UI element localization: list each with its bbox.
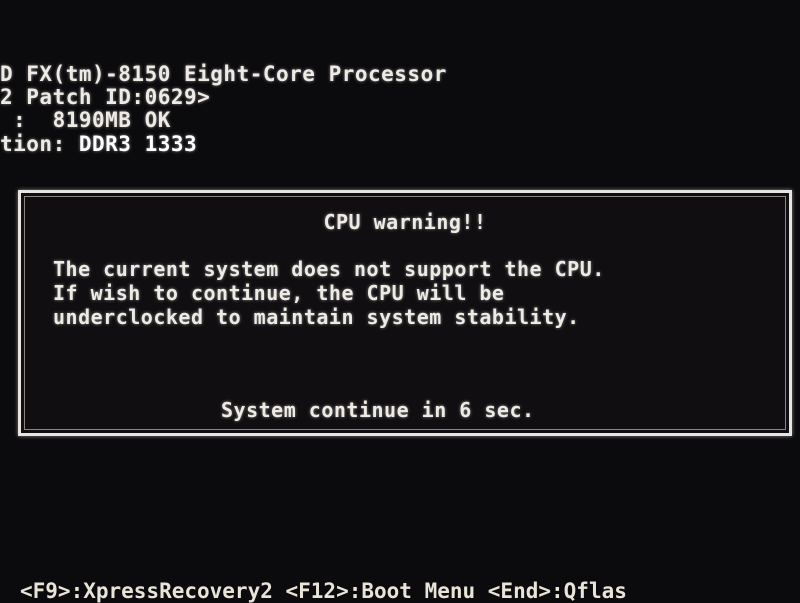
patch-id-line: 2 Patch ID:0629> [0, 85, 211, 109]
memory-type-label: tion: [0, 132, 79, 156]
memory-size-line: : 8190MB OK [0, 108, 171, 132]
memory-type-value: DDR3 1333 [78, 132, 198, 156]
warning-message-line: underclocked to maintain system stabilit… [53, 305, 580, 329]
warning-title: CPU warning!! [323, 210, 487, 234]
cpu-model-line: D FX(tm)-8150 Eight-Core Processor [0, 62, 447, 86]
warning-message-line: The current system does not support the … [53, 257, 605, 281]
hotkey-bar: <F9>:XpressRecovery2 <F12>:Boot Menu <En… [20, 579, 627, 603]
memory-type-line: tion: DDR3 1333 [0, 132, 197, 156]
cpu-warning-dialog: CPU warning!! The current system does no… [18, 190, 792, 436]
countdown-text: System continue in 6 sec. [221, 398, 535, 422]
warning-message-line: If wish to continue, the CPU will be [53, 281, 505, 305]
